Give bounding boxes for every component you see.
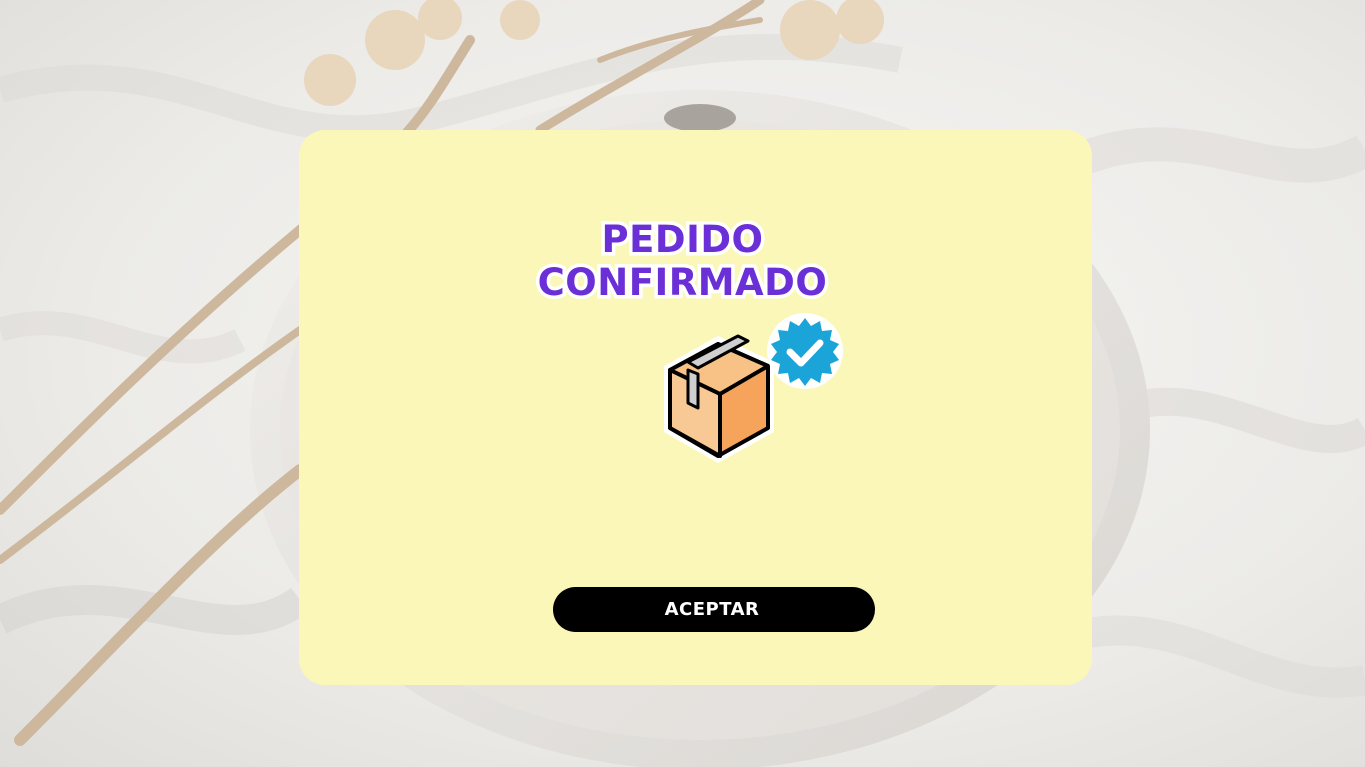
title-line-1: PEDIDO <box>598 215 767 265</box>
package-box-icon <box>664 334 774 463</box>
dialog-title: PEDIDO CONFIRMADO <box>0 215 1365 308</box>
verified-check-badge-icon <box>767 313 843 389</box>
order-confirmed-illustration <box>652 308 848 473</box>
accept-button[interactable]: ACEPTAR <box>553 587 875 632</box>
title-line-2: CONFIRMADO <box>534 258 830 308</box>
